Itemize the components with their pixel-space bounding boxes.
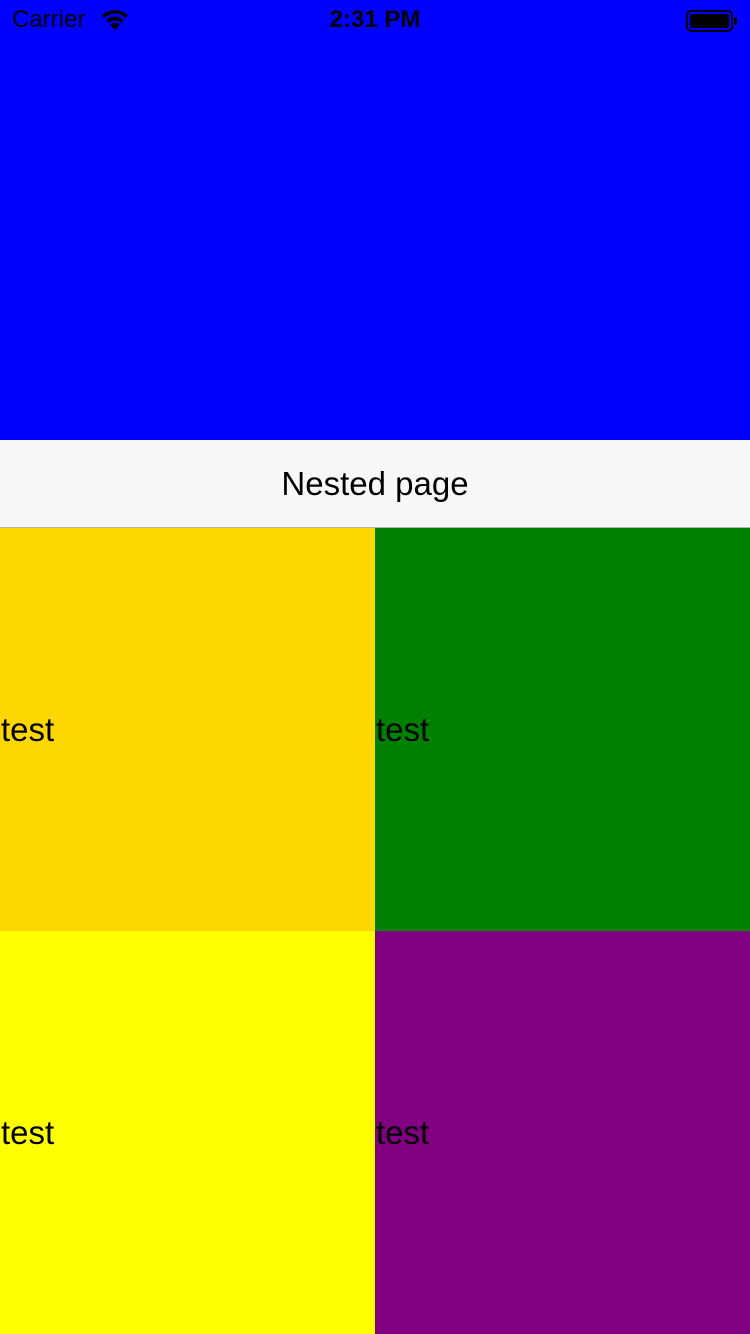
battery-icon	[686, 10, 737, 32]
nav-title: Nested page	[281, 464, 469, 502]
tile-gold[interactable]: test	[0, 528, 375, 931]
tile-label: test	[376, 710, 430, 748]
status-bar: Carrier 2:31 PM	[0, 0, 750, 40]
tile-green[interactable]: test	[375, 528, 750, 931]
tile-yellow[interactable]: test	[0, 931, 375, 1334]
tile-grid: test test test test	[0, 528, 750, 1334]
navigation-bar: Nested page	[0, 440, 750, 528]
tile-label: test	[1, 1113, 55, 1151]
status-time: 2:31 PM	[329, 6, 421, 33]
tile-label: test	[376, 1113, 430, 1151]
tile-purple[interactable]: test	[375, 931, 750, 1334]
top-color-panel: Carrier 2:31 PM	[0, 0, 750, 440]
tile-label: test	[1, 710, 55, 748]
screen: Carrier 2:31 PM Nested page test test te…	[0, 0, 750, 1334]
